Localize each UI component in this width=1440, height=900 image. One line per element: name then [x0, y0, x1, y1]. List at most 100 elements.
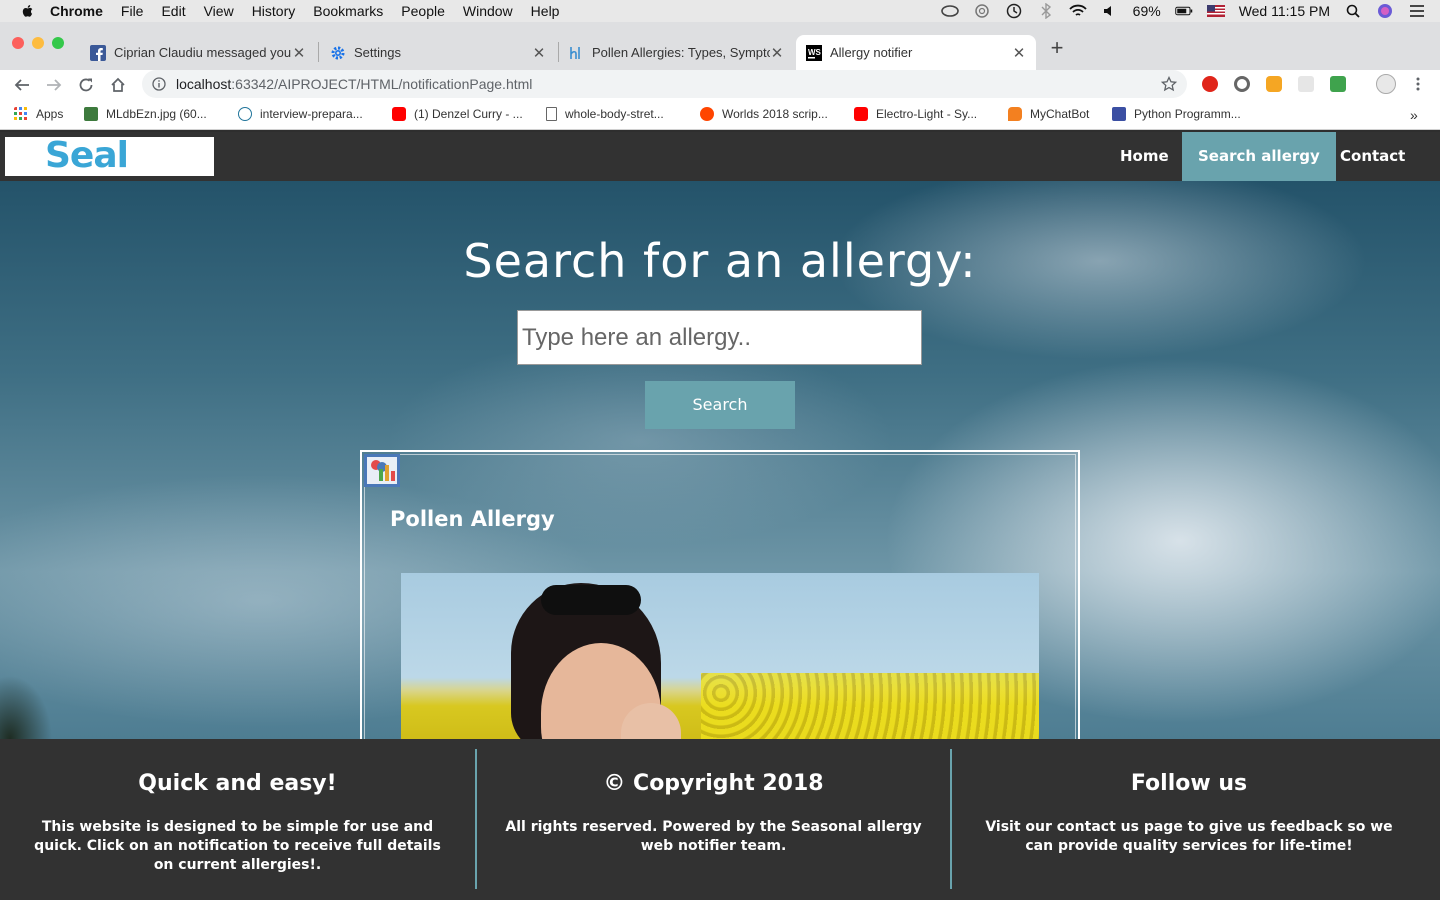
- menu-window[interactable]: Window: [463, 3, 513, 19]
- minimize-window-button[interactable]: [32, 37, 44, 49]
- nav-search-allergy[interactable]: Search allergy: [1182, 132, 1336, 181]
- tab-facebook[interactable]: Ciprian Claudiu messaged you ✕: [80, 35, 316, 70]
- chrome-menu-icon[interactable]: [1410, 76, 1426, 92]
- broken-image-icon: [364, 454, 400, 487]
- bookmark-apps[interactable]: Apps: [14, 107, 63, 121]
- hero-section: Search for an allergy: Search Pollen All…: [0, 181, 1440, 770]
- adblock-extension-icon[interactable]: [1202, 76, 1218, 92]
- settings-gear-icon: [331, 46, 345, 59]
- bookmark-electro-light[interactable]: Electro-Light - Sy...: [854, 107, 977, 121]
- spiral-sync-icon[interactable]: [973, 4, 991, 18]
- siri-icon[interactable]: [1376, 4, 1394, 18]
- menu-edit[interactable]: Edit: [161, 3, 185, 19]
- footer-column-follow: Follow us Visit our contact us page to g…: [952, 739, 1426, 900]
- notification-center-icon[interactable]: [1408, 4, 1426, 18]
- menu-view[interactable]: View: [204, 3, 234, 19]
- allergy-search-input[interactable]: [517, 310, 922, 365]
- footer-text: Visit our contact us page to give us fee…: [985, 819, 1393, 854]
- sunglasses: [541, 585, 641, 615]
- footer-heading: Quick and easy!: [138, 771, 337, 796]
- bookmark-label: (1) Denzel Curry - ...: [414, 107, 523, 121]
- tab-pollen-allergies[interactable]: Pollen Allergies: Types, Sympto ✕: [558, 35, 794, 70]
- tree-silhouette: [0, 629, 90, 739]
- battery-percent[interactable]: 69%: [1133, 3, 1161, 19]
- bookmark-worlds-2018[interactable]: Worlds 2018 scrip...: [700, 107, 828, 121]
- menu-file[interactable]: File: [121, 3, 144, 19]
- reload-icon[interactable]: [78, 77, 94, 93]
- us-flag-icon[interactable]: [1206, 4, 1225, 18]
- site-footer: Quick and easy! This website is designed…: [0, 739, 1440, 900]
- webstorm-icon: WS: [806, 44, 822, 61]
- tab-settings[interactable]: Settings ✕: [320, 35, 556, 70]
- site-icon: [1112, 107, 1126, 121]
- bluetooth-icon[interactable]: [1037, 3, 1055, 19]
- bookmark-mychatbot[interactable]: MyChatBot: [1008, 107, 1089, 121]
- spotlight-search-icon[interactable]: [1344, 4, 1362, 18]
- page-title: Search for an allergy:: [463, 234, 977, 288]
- menu-history[interactable]: History: [252, 3, 296, 19]
- profile-avatar-icon[interactable]: [1376, 74, 1396, 94]
- menu-app-name[interactable]: Chrome: [50, 3, 103, 19]
- cors-extension-icon[interactable]: [1330, 76, 1346, 92]
- volume-icon[interactable]: [1101, 4, 1119, 18]
- apple-menu-icon[interactable]: [20, 3, 36, 19]
- bookmark-label: Python Programm...: [1134, 107, 1241, 121]
- chatbot-icon: [1008, 107, 1022, 121]
- url-path: :63342/AIPROJECT/HTML/notificationPage.h…: [231, 76, 533, 92]
- home-icon[interactable]: [110, 77, 126, 93]
- tab-close-icon[interactable]: ✕: [1012, 44, 1026, 62]
- tab-close-icon[interactable]: ✕: [770, 44, 784, 62]
- bookmark-image[interactable]: MLdbEzn.jpg (60...: [84, 107, 207, 121]
- browser-toolbar: localhost:63342/AIPROJECT/HTML/notificat…: [0, 70, 1440, 100]
- tab-label: Allergy notifier: [830, 45, 913, 60]
- tab-close-icon[interactable]: ✕: [532, 44, 546, 62]
- nav-home[interactable]: Home: [1104, 132, 1185, 181]
- tab-divider: [318, 42, 319, 62]
- tab-label: Ciprian Claudiu messaged you: [114, 45, 292, 60]
- bookmark-label: interview-prepara...: [260, 107, 363, 121]
- new-tab-button[interactable]: +: [1044, 36, 1070, 62]
- tab-close-icon[interactable]: ✕: [292, 44, 306, 62]
- battery-icon[interactable]: [1174, 4, 1193, 18]
- tab-label: Pollen Allergies: Types, Sympto: [592, 45, 770, 60]
- creative-cloud-icon[interactable]: [940, 4, 959, 18]
- menu-help[interactable]: Help: [531, 3, 560, 19]
- image-icon: [84, 107, 98, 121]
- back-arrow-icon[interactable]: [14, 77, 30, 93]
- bookmark-python-programming[interactable]: Python Programm...: [1112, 107, 1241, 121]
- bookmark-label: whole-body-stret...: [565, 107, 664, 121]
- address-bar[interactable]: localhost:63342/AIPROJECT/HTML/notificat…: [142, 70, 1187, 98]
- footer-heading: © Copyright 2018: [603, 771, 824, 796]
- sync-extension-icon[interactable]: [1234, 76, 1250, 92]
- bookmark-star-icon[interactable]: [1161, 76, 1177, 92]
- time-machine-icon[interactable]: [1005, 3, 1023, 19]
- bookmarks-overflow-icon[interactable]: »: [1410, 107, 1418, 123]
- footer-text: This website is designed to be simple fo…: [34, 819, 441, 873]
- bookmark-whole-body-stretch[interactable]: whole-body-stret...: [546, 107, 664, 121]
- nav-contact-us[interactable]: Contact us: [1324, 132, 1440, 214]
- site-info-icon[interactable]: [152, 77, 166, 91]
- extension-icon[interactable]: [1266, 76, 1282, 92]
- menu-people[interactable]: People: [401, 3, 445, 19]
- facebook-icon: [90, 44, 106, 61]
- reddit-icon: [700, 107, 714, 121]
- bookmarks-bar: Apps MLdbEzn.jpg (60... interview-prepar…: [0, 100, 1440, 130]
- forward-arrow-icon[interactable]: [46, 77, 62, 93]
- bookmark-label: Electro-Light - Sy...: [876, 107, 978, 121]
- tab-label: Settings: [354, 45, 401, 60]
- close-window-button[interactable]: [12, 37, 24, 49]
- bookmark-label: Apps: [36, 107, 64, 121]
- search-button[interactable]: Search: [645, 381, 795, 429]
- wifi-icon[interactable]: [1069, 4, 1087, 18]
- menu-bookmarks[interactable]: Bookmarks: [313, 3, 383, 19]
- zoom-window-button[interactable]: [52, 37, 64, 49]
- site-logo[interactable]: Seal: [5, 135, 214, 176]
- grid-extension-icon[interactable]: [1298, 76, 1314, 92]
- tab-allergy-notifier[interactable]: WS Allergy notifier ✕: [796, 35, 1036, 70]
- bookmark-label: Worlds 2018 scrip...: [722, 107, 828, 121]
- bookmark-interview-prep[interactable]: interview-prepara...: [238, 107, 363, 121]
- bookmark-denzel-curry[interactable]: (1) Denzel Curry - ...: [392, 107, 523, 121]
- footer-text: All rights reserved. Powered by the Seas…: [505, 819, 922, 854]
- allergy-notification-card[interactable]: Pollen Allergy: [360, 450, 1080, 770]
- clock[interactable]: Wed 11:15 PM: [1239, 3, 1330, 19]
